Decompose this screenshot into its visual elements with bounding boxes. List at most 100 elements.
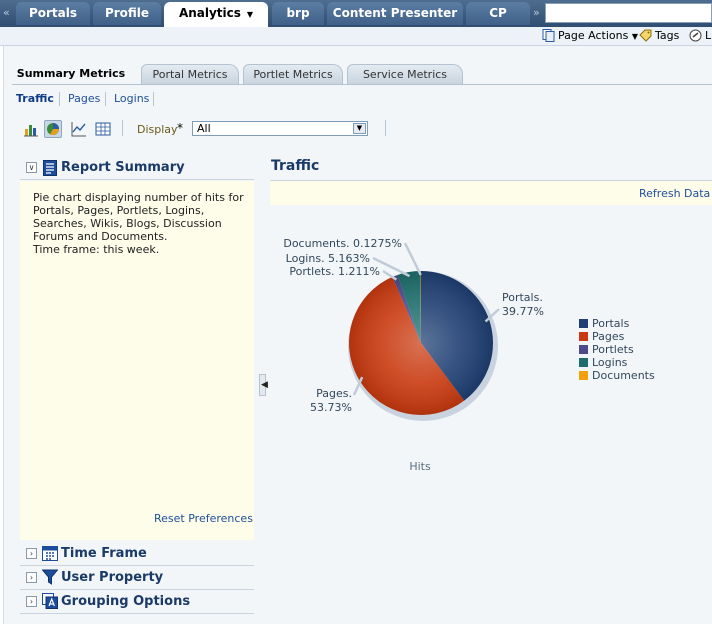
tags-label: Tags [655,29,680,42]
calendar-icon [42,546,58,561]
report-summary-text: Pie chart displaying number of hits for … [33,191,248,256]
chart-x-label: Hits [409,460,431,473]
pie-label-documents: Documents. 0.1275% [283,237,402,250]
tag-icon [639,29,652,42]
page-actions-icon [542,29,555,42]
chart-legend: PortalsPagesPortletsLoginsDocuments [579,317,655,382]
top-tab-brp[interactable]: brp [272,2,324,25]
top-tab-label: Portals [28,6,78,20]
table-icon[interactable] [94,120,112,138]
top-tab-profile[interactable]: Profile [93,2,161,25]
top-tab-label: brp [286,6,310,20]
top-tab-label: Analytics [178,6,241,20]
scroll-right-icon[interactable]: » [533,6,540,19]
reset-preferences-link[interactable]: Reset Preferences [154,512,253,525]
toolbar-separator [122,120,123,136]
collapse-left-icon[interactable]: ◀ [261,380,268,390]
legend-label-documents: Documents [592,369,655,382]
report-description: Pie chart displaying number of hits for … [33,191,244,243]
legend-swatch-portals [579,319,588,328]
top-tab-analytics[interactable]: Analytics ▼ [164,2,268,27]
traffic-pie-chart[interactable]: Portals. 39.77% Pages. 53.73% Portlets. 1.21… [270,205,712,485]
chevron-down-icon[interactable]: ▼ [247,10,253,19]
legend-label-pages: Pages [592,330,625,343]
pie-chart-icon[interactable] [44,120,62,138]
time-frame-section[interactable]: › Time Frame [20,542,254,566]
tab-label: Summary Metrics [16,67,126,80]
subtab-separator [59,92,60,106]
line-chart-icon[interactable] [70,120,88,138]
tab-summary-metrics[interactable]: Summary Metrics [14,64,128,84]
top-search-input[interactable] [545,3,712,23]
scroll-left-icon[interactable]: « [3,6,10,19]
report-summary-header[interactable]: ∨ Report Summary [20,157,254,180]
expand-icon[interactable]: › [26,596,37,607]
legend-swatch-documents [579,371,588,380]
top-tab-label: CP [489,6,507,20]
bar-chart-icon[interactable] [22,120,40,138]
top-tab-label: Content Presenter [332,6,458,20]
pie-label-pages: Pages. 53.73% [310,387,352,414]
user-property-section[interactable]: › User Property [20,566,254,590]
chevron-down-icon[interactable]: ▼ [353,123,366,134]
tab-label: Portlet Metrics [253,68,333,81]
pie-leader-documents [403,242,422,276]
display-select[interactable]: All ▼ [192,121,368,136]
subtab-traffic[interactable]: Traffic [16,92,54,105]
link-action[interactable]: L [689,29,711,42]
grouping-options-title: Grouping Options [61,594,191,609]
legend-label-portlets: Portlets [592,343,634,356]
top-tab-content-presenter[interactable]: Content Presenter [327,2,463,25]
panel-splitter[interactable]: ◀ [259,374,268,396]
expand-icon[interactable]: › [26,572,37,583]
refresh-data-link[interactable]: Refresh Data [639,187,710,200]
page-actions-menu[interactable]: Page Actions ▼ [542,29,638,42]
tab-label: Service Metrics [362,68,448,81]
collapse-icon[interactable]: ∨ [26,162,37,173]
chevron-down-icon: ▼ [631,32,638,41]
legend-label-logins: Logins [592,356,628,369]
subtab-separator [105,92,106,106]
report-summary-title: Report Summary [61,160,185,175]
traffic-title: Traffic [271,158,320,174]
top-navigation-bar: « Portals Profile Analytics ▼ brp Content… [0,0,712,27]
tab-portlet-metrics[interactable]: Portlet Metrics [243,64,343,84]
legend-swatch-portlets [579,345,588,354]
user-property-title: User Property [61,570,164,585]
grouping-options-section[interactable]: › Grouping Options [20,590,254,614]
link-label: L [705,29,712,42]
top-tab-cp[interactable]: CP [466,2,530,25]
report-icon [43,160,57,176]
expand-icon[interactable]: › [26,548,37,559]
subtab-pages[interactable]: Pages [68,92,100,105]
pie-highlight [349,271,493,415]
page-actions-label: Page Actions [558,29,629,42]
tags-link[interactable]: Tags [639,29,679,42]
display-select-value: All [197,122,211,135]
legend-label-portals: Portals [592,317,630,330]
page-actions-bar: Page Actions ▼ Tags L [0,27,712,46]
filter-icon [42,569,58,585]
time-frame-title: Time Frame [61,546,147,561]
display-label: Display [137,123,178,136]
tab-portal-metrics[interactable]: Portal Metrics [141,64,239,84]
legend-swatch-logins [579,358,588,367]
legend-swatch-pages [579,332,588,341]
subtab-logins[interactable]: Logins [114,92,149,105]
tab-divider [12,84,712,85]
link-icon [689,29,702,42]
toolbar-separator [385,120,386,136]
pie-label-portals: Portals. 39.77% [502,291,544,318]
pie-label-logins: Logins. 5.163% [286,252,370,265]
tab-service-metrics[interactable]: Service Metrics [347,64,463,84]
report-summary-body: Pie chart displaying number of hits for … [20,181,254,540]
pie-slices [349,271,493,415]
grouping-icon [42,593,58,609]
top-tab-portals[interactable]: Portals [16,2,90,25]
pie-label-portlets: Portlets. 1.211% [289,265,380,278]
required-mark: * [177,121,183,135]
report-timeframe: Time frame: this week. [33,243,160,256]
subtab-separator [153,92,154,106]
tab-label: Portal Metrics [152,68,228,81]
top-tab-label: Profile [104,6,150,20]
